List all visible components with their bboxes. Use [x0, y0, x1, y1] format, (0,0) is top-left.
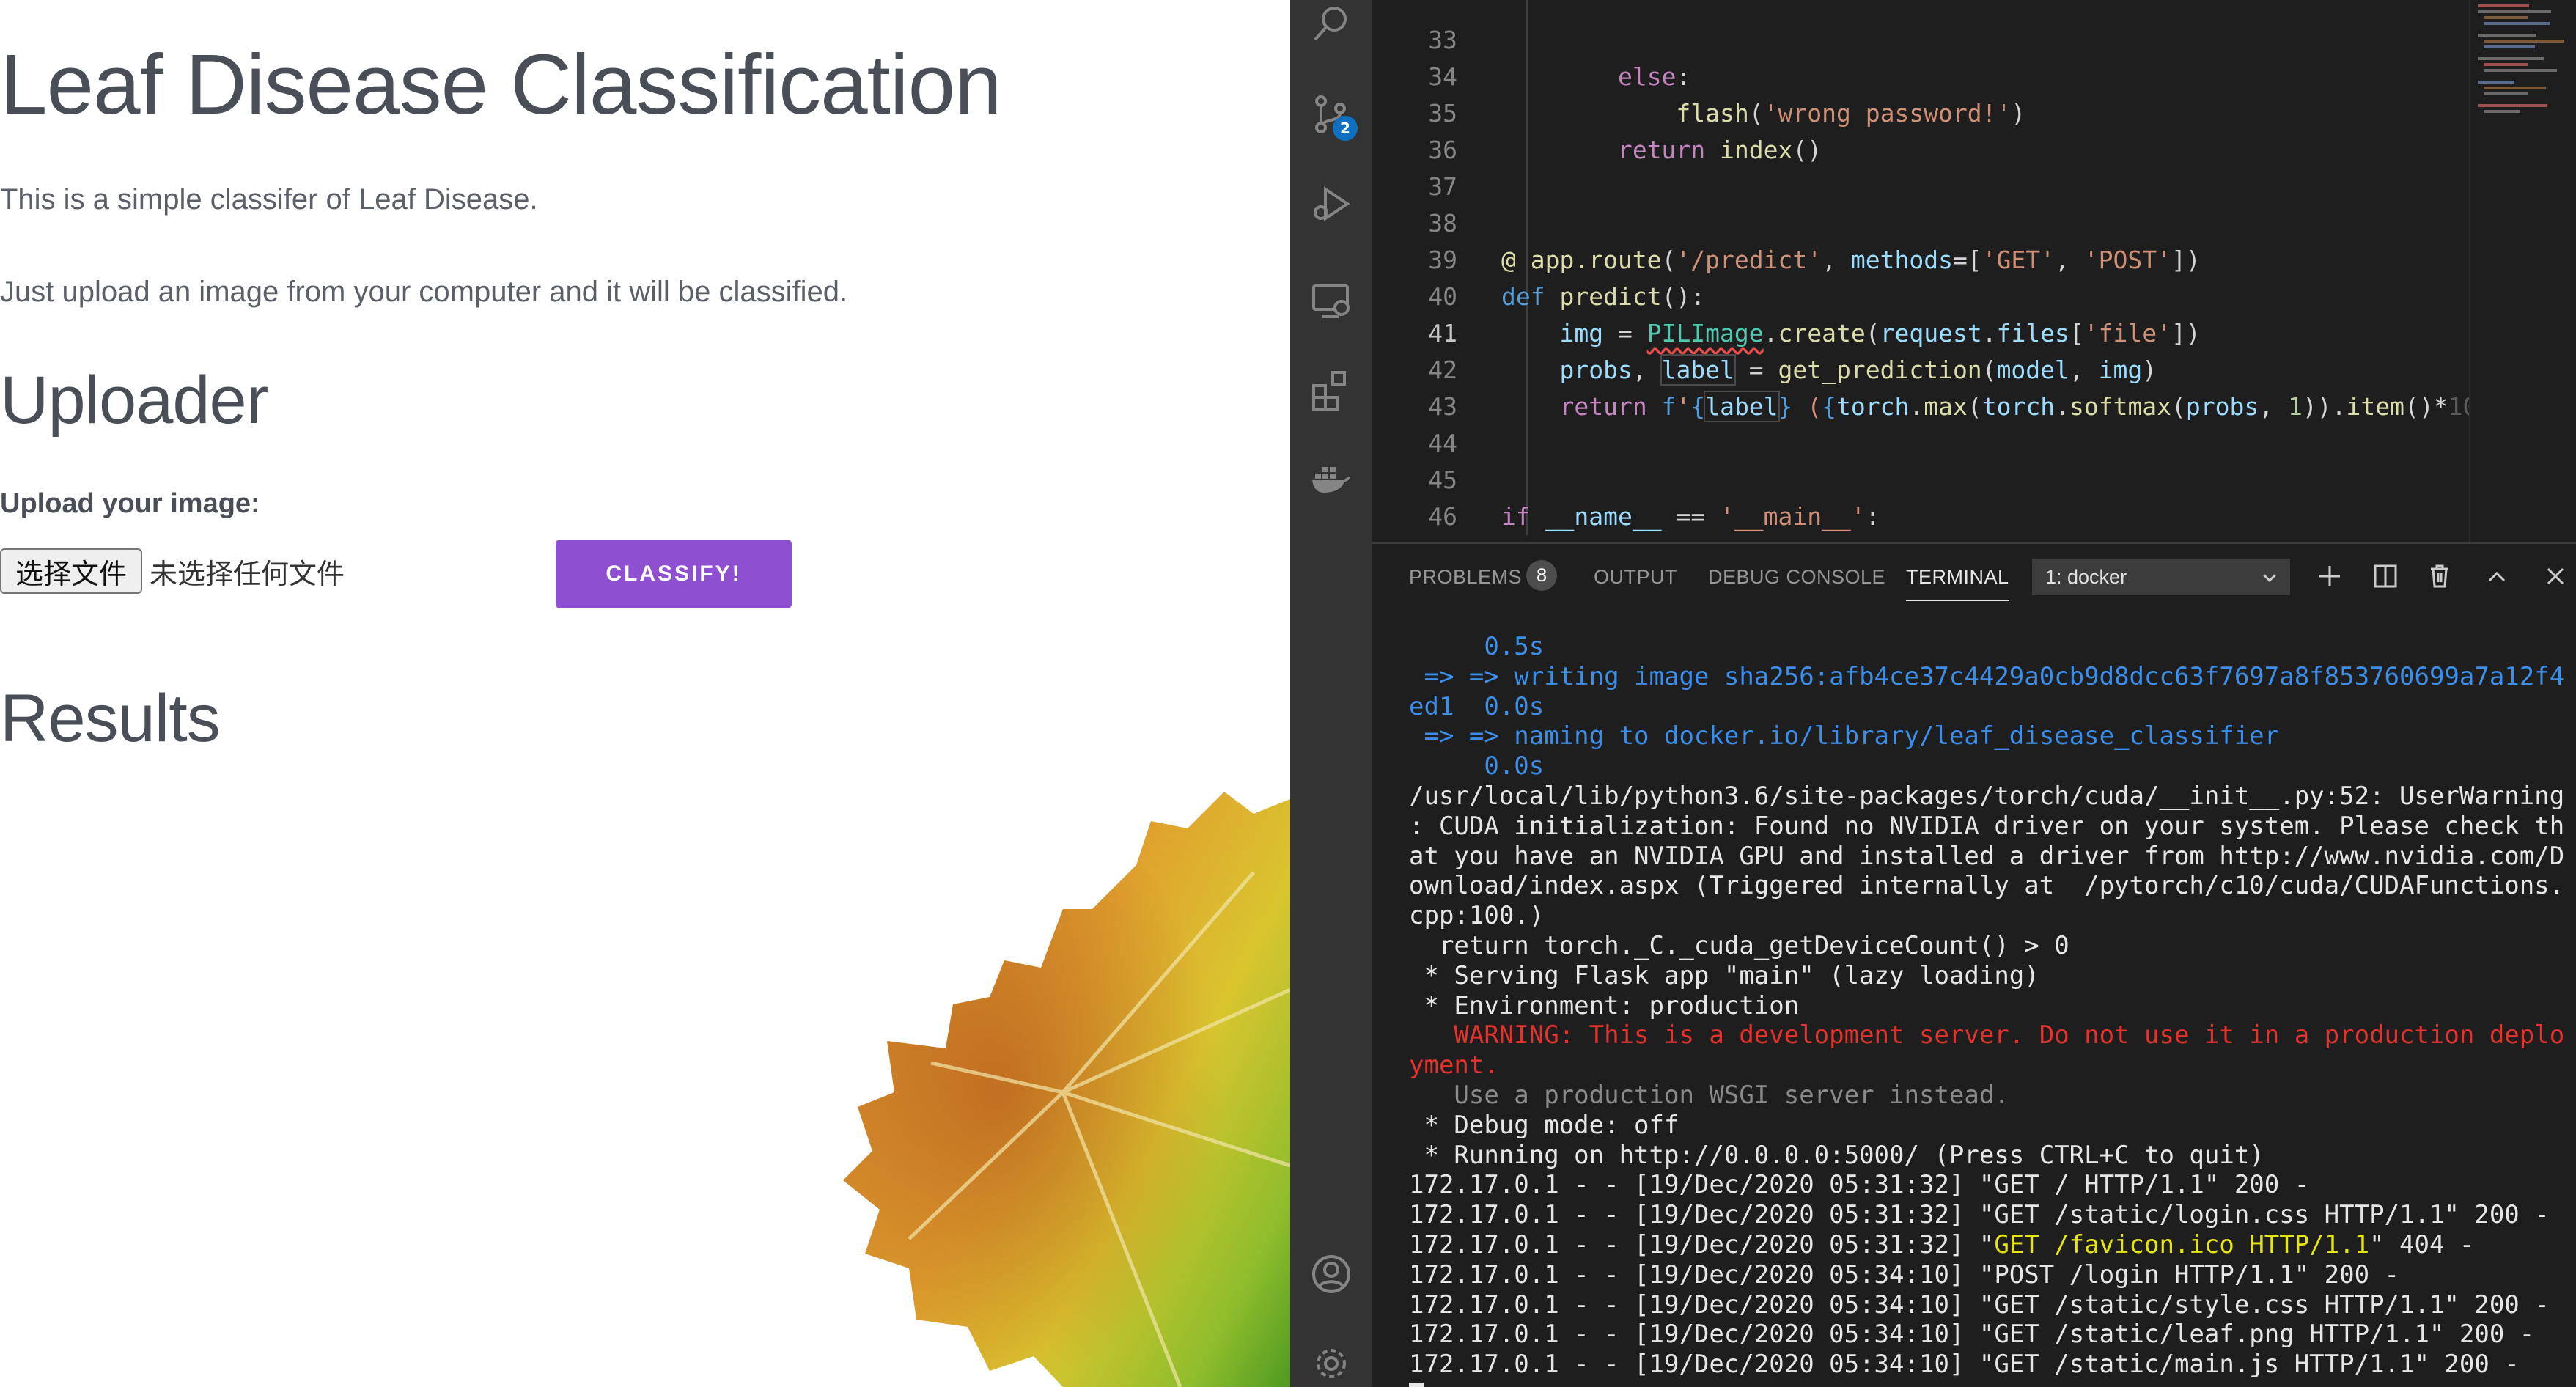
terminal-line: => => naming to docker.io/library/leaf_d… [1409, 721, 2280, 751]
code-line: 37 [1428, 172, 1457, 201]
terminal-line: yment. [1409, 1051, 1499, 1081]
tab-debug-console[interactable]: DEBUG CONSOLE [1708, 566, 1885, 589]
terminal-line: WARNING: This is a development server. D… [1409, 1020, 2565, 1051]
bottom-panel: PROBLEMS 8 OUTPUT DEBUG CONSOLE TERMINAL… [1372, 542, 2576, 1387]
terminal-line: 172.17.0.1 - - [19/Dec/2020 05:34:10] "G… [1409, 1350, 2520, 1380]
tab-problems[interactable]: PROBLEMS [1409, 566, 1522, 589]
code-line: 40 img = PILImage.create(request.files['… [1428, 282, 2201, 347]
terminal-line: at you have an NVIDIA GPU and installed … [1409, 841, 2565, 871]
search-icon[interactable] [1311, 3, 1352, 44]
leaf-image [843, 792, 1290, 1387]
terminal-line: cpp:100.) [1409, 901, 1545, 931]
terminal-cursor [1409, 1380, 2567, 1387]
terminal-line: 0.0s [1409, 751, 1545, 781]
code-line: 43 [1428, 392, 1457, 421]
tab-terminal[interactable]: TERMINAL [1906, 566, 2009, 601]
code-line: 34 flash('wrong password!') [1428, 62, 2026, 128]
account-icon[interactable] [1311, 1254, 1352, 1295]
terminal-line: 172.17.0.1 - - [19/Dec/2020 05:31:32] "G… [1409, 1170, 2310, 1200]
code-line: 39 def predict(): [1428, 246, 1706, 311]
terminal-line: * Environment: production [1409, 990, 1800, 1020]
choose-file-button[interactable]: 选择文件 [0, 548, 142, 594]
terminal-line: return torch._C._cuda_getDeviceCount() >… [1409, 930, 2069, 960]
browser-page: Leaf Disease Classification This is a si… [0, 0, 1290, 1387]
code-line: 33 else: [1428, 26, 1691, 91]
terminal-line: /usr/local/lib/python3.6/site-packages/t… [1409, 781, 2565, 811]
page-title: Leaf Disease Classification [0, 37, 1002, 132]
close-panel-icon[interactable] [2538, 559, 2573, 594]
terminal-line: * Debug mode: off [1409, 1110, 1679, 1140]
terminal-line: : CUDA initialization: Found no NVIDIA d… [1409, 811, 2565, 841]
upload-label: Upload your image: [0, 488, 260, 519]
terminal-line: ed1 0.0s [1409, 691, 1545, 721]
code-line: 44 [1428, 429, 1457, 457]
code-line: 46 app.run(host="0.0.0.0", port=5000) [1428, 502, 2055, 542]
terminal-output[interactable]: 0.5s => => writing image sha256:afb4ce37… [1409, 632, 2567, 1387]
terminal-line: 0.5s [1409, 632, 1545, 661]
code-line-current: 41 probs, label = get_prediction(model, … [1428, 319, 2157, 386]
remote-explorer-icon[interactable] [1311, 280, 1352, 321]
activity-bar: 2 [1290, 0, 1372, 1387]
split-terminal-icon[interactable] [2368, 559, 2403, 594]
extensions-icon[interactable] [1311, 369, 1352, 411]
code-line: 38 @ app.route('/predict', methods=['GET… [1428, 209, 2201, 274]
run-debug-icon[interactable] [1311, 183, 1352, 224]
scm-badge: 2 [1333, 116, 1358, 141]
terminal-line: 172.17.0.1 - - [19/Dec/2020 05:31:32] "G… [1409, 1229, 2475, 1259]
code-line: 47 [1372, 498, 2576, 542]
terminal-selector[interactable]: 1: docker [2032, 559, 2290, 595]
problems-count-badge: 8 [1526, 560, 1557, 591]
terminal-line: => => writing image sha256:afb4ce37c4429… [1409, 661, 2565, 691]
code-line: 35 return index() [1428, 99, 1822, 164]
chevron-down-icon [2262, 573, 2277, 583]
results-heading: Results [0, 681, 221, 756]
uploader-heading: Uploader [0, 363, 268, 438]
trash-icon[interactable] [2422, 559, 2457, 594]
terminal-selector-label: 1: docker [2045, 565, 2127, 588]
code-line: 36 [1428, 136, 1457, 164]
tab-output[interactable]: OUTPUT [1594, 566, 1677, 589]
code-editor[interactable]: 33 else: 34 flash('wrong password!') 35 … [1372, 0, 2576, 542]
file-status-text: 未选择任何文件 [150, 558, 345, 590]
instructions-text: Just upload an image from your computer … [0, 276, 848, 308]
docker-icon[interactable] [1311, 457, 1352, 498]
terminal-line: 172.17.0.1 - - [19/Dec/2020 05:34:10] "P… [1409, 1259, 2400, 1289]
intro-text: This is a simple classifer of Leaf Disea… [0, 183, 538, 216]
terminal-line: 172.17.0.1 - - [19/Dec/2020 05:31:32] "G… [1409, 1200, 2550, 1230]
minimap[interactable] [2469, 0, 2576, 542]
code-line: 42 return f'{label} ({torch.max(torch.so… [1428, 356, 2565, 422]
terminal-line: * Serving Flask app "main" (lazy loading… [1409, 960, 2039, 990]
classify-button[interactable]: CLASSIFY! [556, 540, 792, 608]
terminal-line: * Running on http://0.0.0.0:5000/ (Press… [1409, 1140, 2264, 1170]
terminal-line: Use a production WSGI server instead. [1409, 1080, 2009, 1110]
settings-gear-icon[interactable] [1311, 1343, 1352, 1384]
code-line: 45 if __name__ == '__main__': [1428, 466, 1880, 531]
terminal-line: 172.17.0.1 - - [19/Dec/2020 05:34:10] "G… [1409, 1320, 2535, 1350]
terminal-line: 172.17.0.1 - - [19/Dec/2020 05:34:10] "G… [1409, 1289, 2550, 1320]
maximize-panel-icon[interactable] [2479, 559, 2514, 594]
terminal-line: ownload/index.aspx (Triggered internally… [1409, 871, 2565, 901]
new-terminal-icon[interactable] [2312, 559, 2347, 594]
